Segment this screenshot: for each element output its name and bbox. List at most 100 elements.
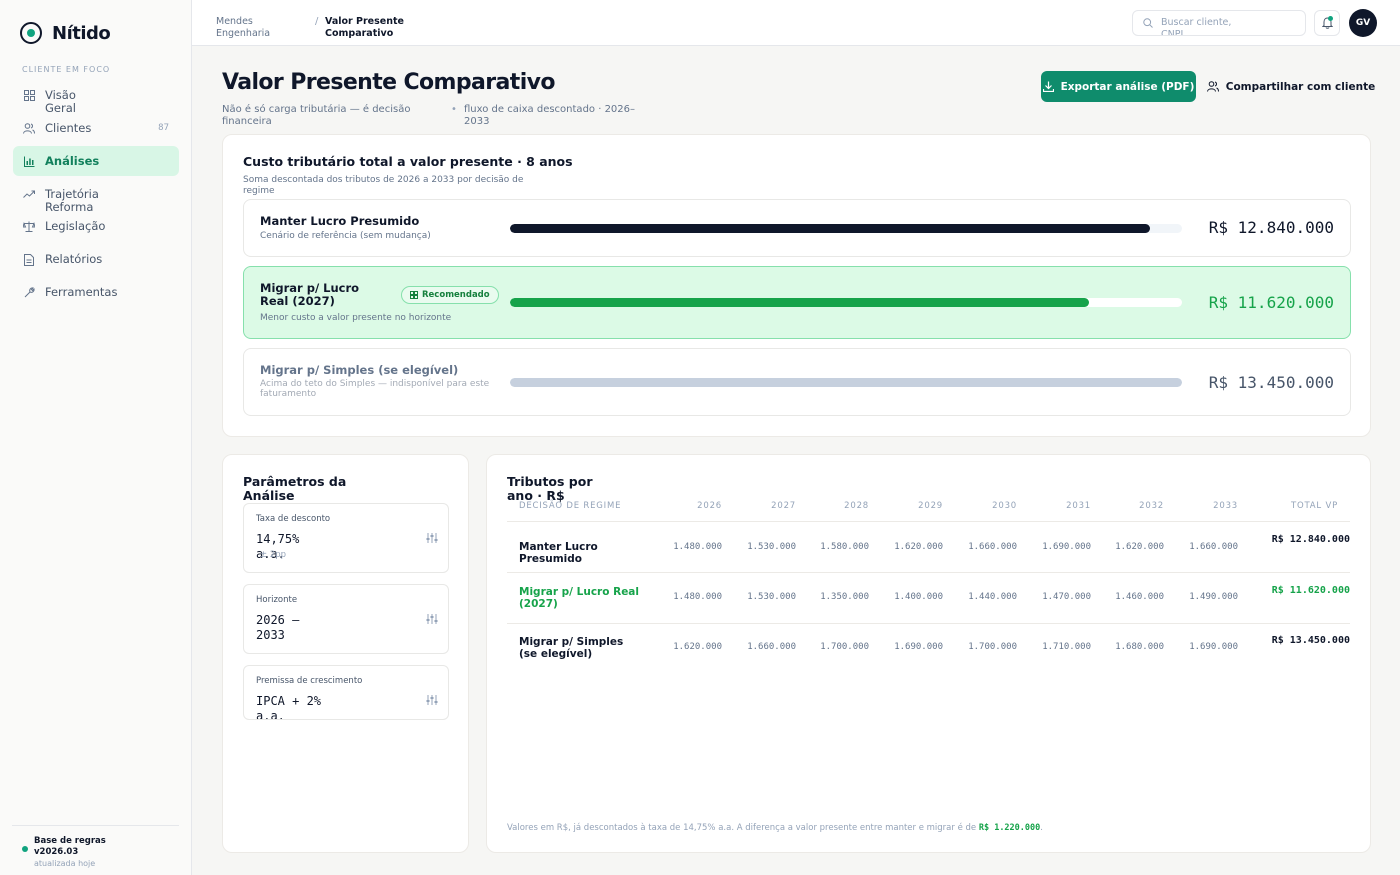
- table-divider: [507, 572, 1350, 573]
- clients-count-badge: 87: [158, 123, 169, 133]
- sidebar-item-legislacao[interactable]: Legislação: [13, 220, 179, 233]
- option-description: Acima do teto do Simples — indisponível …: [260, 379, 490, 399]
- row-value: 1.480.000: [673, 592, 722, 602]
- sidebar-item-relatorios[interactable]: Relatórios: [13, 253, 179, 266]
- row-value: 1.620.000: [1115, 542, 1164, 552]
- option-value: R$ 11.620.000: [1208, 293, 1334, 312]
- breadcrumb-separator: /: [315, 16, 319, 27]
- row-value: 1.660.000: [1189, 542, 1238, 552]
- search-input[interactable]: Buscar cliente, CNPJ...: [1132, 10, 1306, 36]
- param-label: Premissa de crescimento: [256, 676, 363, 686]
- param-label: Horizonte: [256, 595, 298, 605]
- growth-premise-param[interactable]: Premissa de crescimento IPCA + 2% a.a.: [243, 665, 449, 720]
- row-value: 1.690.000: [1189, 642, 1238, 652]
- document-icon: [23, 254, 35, 266]
- sidebar-item-trajetoria-reforma[interactable]: Trajetória Reforma: [13, 188, 179, 214]
- present-value-comparison-card: Custo tributário total a valor presente …: [222, 134, 1371, 437]
- sidebar-item-label: Relatórios: [45, 252, 103, 266]
- option-bar-track: [510, 224, 1182, 233]
- row-value: 1.710.000: [1042, 642, 1091, 652]
- sidebar-item-analises[interactable]: Análises: [13, 146, 179, 176]
- row-value: 1.690.000: [894, 642, 943, 652]
- recommended-badge: Recomendado: [401, 286, 499, 304]
- table-header-year: 2028: [844, 501, 869, 511]
- sliders-icon[interactable]: [426, 613, 438, 625]
- param-value: IPCA + 2% a.a.: [256, 694, 322, 720]
- row-value: 1.440.000: [968, 592, 1017, 602]
- grid-icon: [23, 90, 35, 102]
- topbar: Mendes Engenharia / Valor Presente Compa…: [192, 0, 1400, 46]
- annual-taxes-table-card: Tributos por ano · R$ DECISÃO DE REGIME …: [486, 454, 1371, 853]
- row-value: 1.400.000: [894, 592, 943, 602]
- scale-icon: [22, 221, 36, 233]
- table-header-year: 2027: [771, 501, 796, 511]
- share-with-client-button[interactable]: Compartilhar com cliente: [1206, 71, 1376, 102]
- users-icon: [23, 123, 35, 135]
- status-dot-icon: [22, 846, 28, 852]
- table-divider: [507, 623, 1350, 624]
- page-title: Valor Presente Comparativo: [222, 70, 555, 95]
- app-logo[interactable]: Nítido: [20, 22, 111, 44]
- option-bar-track: [510, 378, 1182, 387]
- footnote-difference-value: R$ 1.220.000: [978, 823, 1041, 833]
- row-total: R$ 12.840.000: [1271, 534, 1350, 545]
- sidebar-item-clientes[interactable]: Clientes 87: [13, 122, 179, 135]
- subtitle-separator: •: [451, 104, 457, 115]
- row-value: 1.690.000: [1042, 542, 1091, 552]
- export-pdf-label: Exportar análise (PDF): [1060, 80, 1195, 93]
- option-migrar-simples: Migrar p/ Simples (se elegível) Acima do…: [243, 348, 1351, 416]
- page-subtitle: Não é só carga tributária — é decisão fi…: [222, 104, 411, 127]
- row-value: 1.680.000: [1115, 642, 1164, 652]
- sidebar-item-label: Legislação: [45, 219, 106, 233]
- row-value: 1.580.000: [820, 542, 869, 552]
- sidebar-section-label: CLIENTE EM FOCO: [22, 65, 111, 74]
- table-footnote: Valores em R$, já descontados à taxa de …: [507, 823, 1043, 833]
- app-name: Nítido: [52, 22, 111, 44]
- row-total: R$ 11.620.000: [1271, 585, 1350, 596]
- user-avatar[interactable]: GV: [1349, 9, 1377, 37]
- row-value: 1.460.000: [1115, 592, 1164, 602]
- grid-icon: [410, 291, 418, 299]
- notification-dot: [1328, 16, 1333, 21]
- table-header-year: 2026: [697, 501, 722, 511]
- sidebar-item-label: Análises: [45, 153, 100, 168]
- logo-icon: [20, 22, 42, 44]
- export-pdf-button[interactable]: Exportar análise (PDF): [1041, 71, 1196, 102]
- rules-update-status: atualizada hoje: [34, 859, 96, 868]
- option-migrar-lucro-real[interactable]: Migrar p/ Lucro Real (2027) Recomendado …: [243, 266, 1351, 339]
- parameters-title: Parâmetros da Análise: [243, 474, 347, 503]
- row-regime-name: Migrar p/ Simples (se elegível): [519, 636, 624, 660]
- sidebar-item-visao-geral[interactable]: Visão Geral: [13, 89, 179, 115]
- row-value: 1.480.000: [673, 542, 722, 552]
- rules-version-label: Base de regras v2026.03: [34, 836, 106, 857]
- row-value: 1.620.000: [673, 642, 722, 652]
- sliders-icon[interactable]: [426, 694, 438, 706]
- horizon-param[interactable]: Horizonte 2026 – 2033: [243, 584, 449, 654]
- breadcrumb-client[interactable]: Mendes Engenharia: [216, 16, 296, 40]
- row-value: 1.660.000: [747, 642, 796, 652]
- rules-version-status: Base de regras v2026.03 atualizada hoje: [12, 825, 179, 869]
- share-label: Compartilhar com cliente: [1225, 80, 1376, 93]
- option-bar-fill: [510, 224, 1151, 233]
- notifications-button[interactable]: [1314, 10, 1340, 36]
- comparison-subtitle: Soma descontada dos tributos de 2026 a 2…: [243, 175, 524, 196]
- row-value: 1.700.000: [968, 642, 1017, 652]
- wrench-icon: [23, 287, 35, 299]
- row-total: R$ 13.450.000: [1271, 635, 1350, 646]
- option-name: Manter Lucro Presumido: [260, 214, 420, 228]
- row-value: 1.530.000: [747, 542, 796, 552]
- sidebar-item-ferramentas[interactable]: Ferramentas: [13, 286, 179, 299]
- option-name: Migrar p/ Lucro Real (2027): [260, 281, 360, 308]
- discount-rate-param[interactable]: Taxa de desconto 14,75% a.a. ± 2pp: [243, 503, 449, 573]
- table-header-year: 2031: [1066, 501, 1091, 511]
- search-icon: [1143, 18, 1153, 28]
- sliders-icon[interactable]: [426, 532, 438, 544]
- trend-icon: [23, 189, 35, 201]
- option-manter-lucro-presumido[interactable]: Manter Lucro Presumido Cenário de referê…: [243, 199, 1351, 257]
- sidebar: Nítido CLIENTE EM FOCO Visão Geral Clien…: [0, 0, 192, 875]
- param-hint: ± 2pp: [260, 550, 287, 560]
- option-name: Migrar p/ Simples (se elegível): [260, 363, 459, 377]
- option-description: Menor custo a valor presente no horizont…: [260, 313, 452, 323]
- table-header-total: TOTAL VP: [1290, 501, 1338, 511]
- table-divider: [507, 521, 1350, 522]
